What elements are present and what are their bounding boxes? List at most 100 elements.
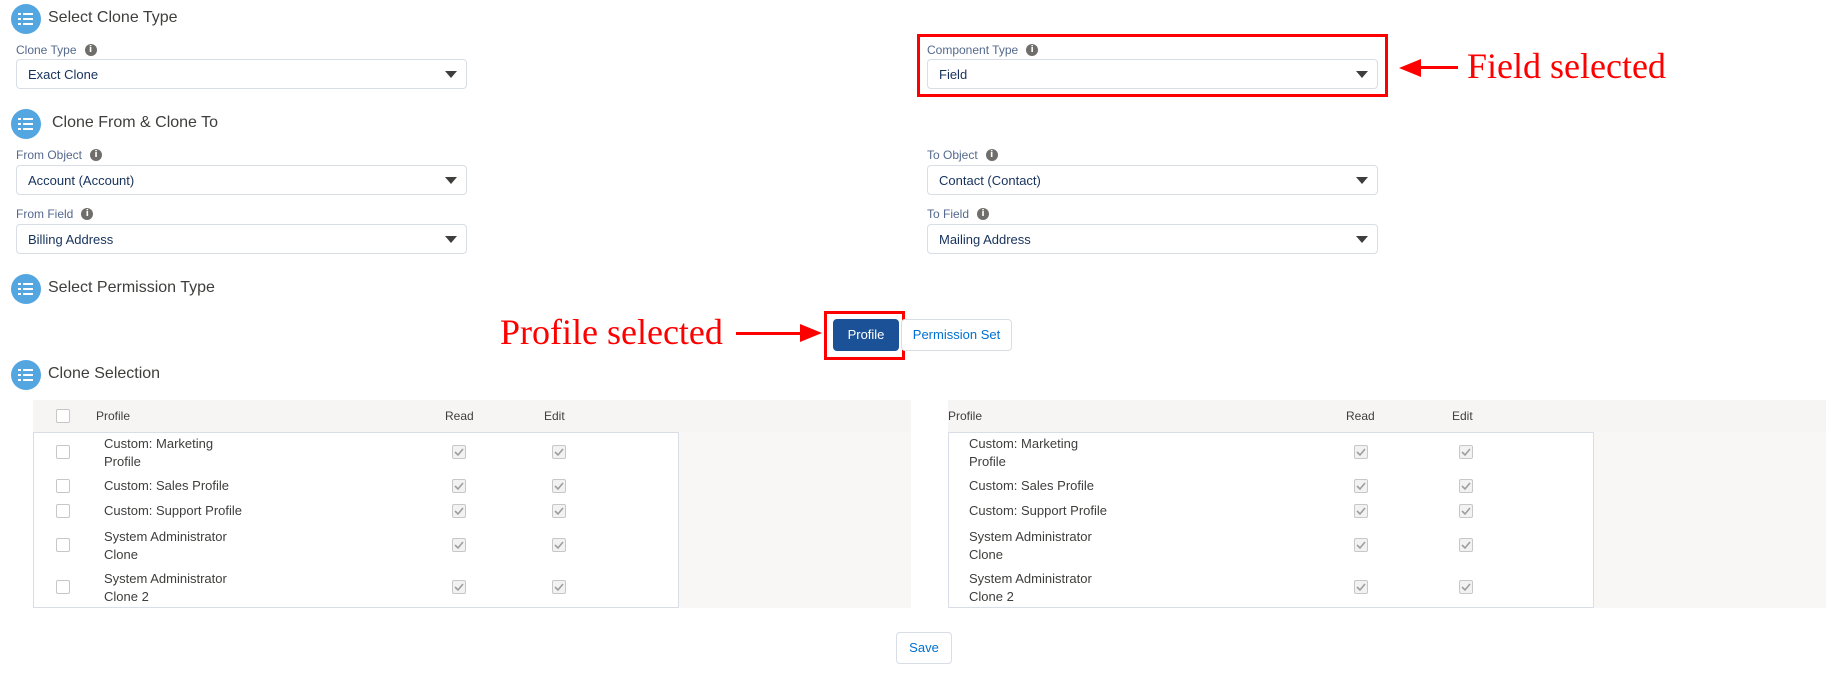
read-checkbox[interactable] [452,479,466,493]
from-object-label-text: From Object [16,148,83,162]
table-header-read: Read [1346,409,1375,423]
checkmark-icon [454,583,464,592]
from-object-select[interactable]: Account (Account) [16,165,467,195]
info-icon[interactable]: i [81,208,94,220]
read-checkbox[interactable] [1354,580,1368,594]
profile-name-line1: Custom: Marketing [104,436,214,451]
table-header-edit: Edit [544,409,565,423]
table-header-row [948,400,1826,432]
to-field-label: To Field i [927,207,990,221]
section-list-icon [11,4,41,34]
profile-name: System Administrator Clone 2 [969,570,1119,606]
read-checkbox[interactable] [1354,445,1368,459]
checkmark-icon [454,482,464,491]
profile-name-line2: Clone 2 [104,589,149,604]
checkmark-icon [1461,541,1471,550]
row-select-checkbox[interactable] [56,479,70,493]
from-field-label-text: From Field [16,207,74,221]
clone-type-select[interactable]: Exact Clone [16,59,467,89]
edit-checkbox[interactable] [1459,580,1473,594]
row-select-checkbox[interactable] [56,445,70,459]
table-header-profile: Profile [948,409,983,423]
checkmark-icon [1461,583,1471,592]
to-object-value: Contact (Contact) [939,173,1041,188]
from-field-select[interactable]: Billing Address [16,224,467,254]
from-object-label: From Object i [16,148,103,162]
section-title-clone-selection: Clone Selection [48,365,161,382]
checkmark-icon [554,583,564,592]
table-header-read: Read [445,409,474,423]
read-checkbox[interactable] [452,580,466,594]
to-object-select[interactable]: Contact (Contact) [927,165,1378,195]
field-selected-arrow-head [1399,59,1421,77]
chevron-down-icon [1356,236,1368,243]
edit-checkbox[interactable] [552,538,566,552]
checkmark-icon [554,448,564,457]
chevron-down-icon [445,71,457,78]
table-header-profile: Profile [96,409,131,423]
section-title-clone-from-to: Clone From & Clone To [52,114,218,131]
profile-selected-arrow-line [736,332,802,335]
read-checkbox[interactable] [1354,504,1368,518]
section-list-icon [11,109,41,139]
profile-name: Custom: Sales Profile [969,478,1094,493]
profile-name: System Administrator Clone 2 [104,570,254,606]
checkmark-icon [1356,482,1366,491]
read-checkbox[interactable] [452,504,466,518]
chevron-down-icon [445,236,457,243]
section-title-clone-type: Select Clone Type [48,9,178,26]
profile-name-line1: System Administrator [969,529,1092,544]
read-checkbox[interactable] [452,538,466,552]
read-checkbox[interactable] [1354,538,1368,552]
info-icon[interactable]: i [985,149,998,161]
checkmark-icon [1461,482,1471,491]
row-select-checkbox[interactable] [56,580,70,594]
profile-selected-annotation: Profile selected [500,312,723,352]
profile-name: Custom: Support Profile [969,503,1108,518]
to-field-label-text: To Field [927,207,970,221]
to-field-value: Mailing Address [939,232,1031,247]
profile-name-line1: System Administrator [104,571,227,586]
section-list-icon [11,274,41,304]
permission-set-toggle-button[interactable]: Permission Set [901,319,1012,351]
field-selected-annotation: Field selected [1467,46,1666,86]
checkmark-icon [1356,507,1366,516]
to-field-select[interactable]: Mailing Address [927,224,1378,254]
checkmark-icon [554,507,564,516]
select-all-checkbox[interactable] [56,409,70,423]
from-object-value: Account (Account) [28,173,135,188]
profile-name-line2: Clone [104,547,138,562]
info-icon[interactable]: i [977,208,990,220]
save-button[interactable]: Save [896,632,952,664]
checkmark-icon [1356,448,1366,457]
checkmark-icon [454,507,464,516]
profile-name-line1: Custom: Marketing [969,436,1079,451]
checkmark-icon [454,448,464,457]
clone-type-label: Clone Type i [16,43,97,57]
row-select-checkbox[interactable] [56,504,70,518]
edit-checkbox[interactable] [552,445,566,459]
read-checkbox[interactable] [1354,479,1368,493]
edit-checkbox[interactable] [1459,538,1473,552]
checkmark-icon [454,541,464,550]
profile-name-line2: Profile [969,454,1006,469]
row-select-checkbox[interactable] [56,538,70,552]
info-icon[interactable]: i [90,149,103,161]
edit-checkbox[interactable] [552,504,566,518]
edit-checkbox[interactable] [1459,479,1473,493]
info-icon[interactable]: i [84,44,97,56]
from-field-label: From Field i [16,207,94,221]
edit-checkbox[interactable] [552,580,566,594]
edit-checkbox[interactable] [1459,504,1473,518]
section-title-permission-type: Select Permission Type [48,279,215,296]
edit-checkbox[interactable] [1459,445,1473,459]
section-list-icon [11,360,41,390]
edit-checkbox[interactable] [552,479,566,493]
profile-name: Custom: Marketing Profile [104,435,254,471]
to-object-label-text: To Object [927,148,978,162]
profile-toggle-button[interactable]: Profile [833,319,899,351]
checkmark-icon [554,541,564,550]
read-checkbox[interactable] [452,445,466,459]
chevron-down-icon [445,177,457,184]
profile-name-line1: System Administrator [104,529,227,544]
